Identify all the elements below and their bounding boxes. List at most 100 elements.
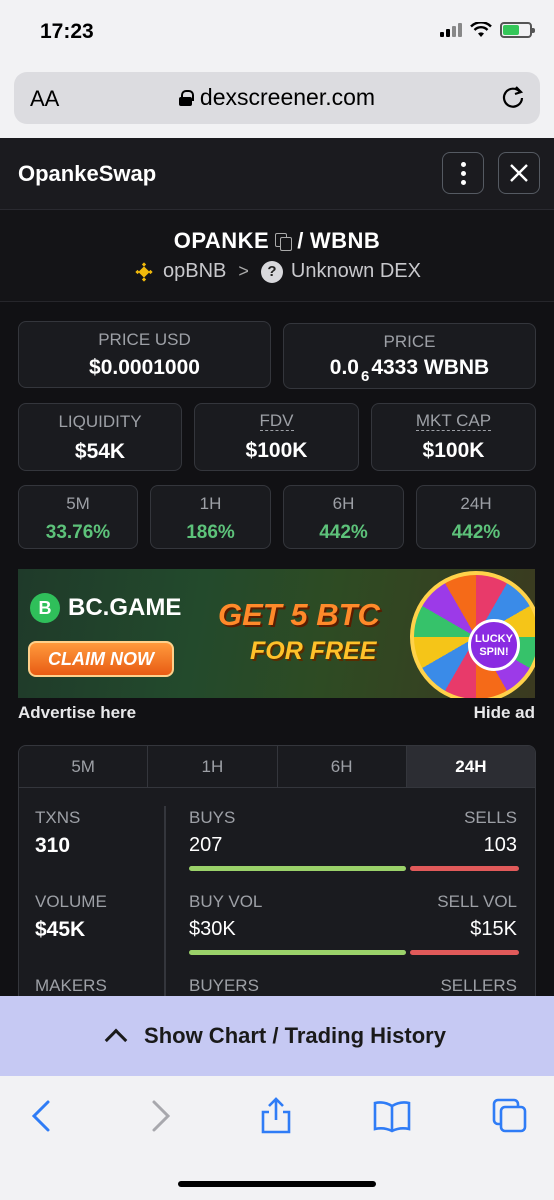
sells-value: 103 [483, 834, 517, 856]
ad-brand: BC.GAME [68, 594, 182, 621]
hide-ad-link[interactable]: Hide ad [474, 703, 535, 723]
sell-volume-label: SELL VOL [437, 892, 517, 911]
status-bar: 17:23 [0, 0, 554, 62]
buys-value: 207 [189, 834, 223, 856]
pair-breadcrumb: opBNB > ? Unknown DEX [0, 260, 554, 283]
change-24h-value: 442% [451, 522, 501, 543]
reload-icon[interactable] [500, 84, 526, 110]
sellers-label: SELLERS [440, 976, 517, 995]
price-usd-label: PRICE USD [98, 330, 191, 349]
lucky-spin-badge: LUCKY SPIN! [468, 619, 520, 671]
chevron-right-icon: > [238, 261, 249, 281]
price-native-box: PRICE 0.0 64333 WBNB [283, 323, 536, 389]
tabs-icon[interactable] [490, 1096, 530, 1136]
buy-volume-value: $30K [189, 918, 236, 940]
share-icon[interactable] [256, 1096, 296, 1136]
pair-header: OPANKE / WBNB opBNB > ? Unknown DEX [0, 210, 554, 302]
sells-label: SELLS [464, 808, 517, 827]
close-button[interactable] [498, 152, 540, 194]
buys-label: BUYS [189, 808, 236, 827]
makers-label: MAKERS [35, 976, 107, 995]
dex-link[interactable]: Unknown DEX [291, 260, 421, 283]
show-chart-label: Show Chart / Trading History [144, 1023, 446, 1048]
ad-banner[interactable]: B BC.GAME CLAIM NOW GET 5 BTC FOR FREE L… [18, 569, 535, 698]
change-6h-value: 442% [319, 522, 368, 543]
liquidity-label: LIQUIDITY [58, 412, 142, 431]
change-5m-label: 5M [66, 494, 90, 513]
sell-volume-value: $15K [470, 918, 517, 940]
pair-separator: / [297, 228, 304, 253]
tab-6h[interactable]: 6H [278, 746, 407, 787]
back-icon[interactable] [22, 1096, 62, 1136]
question-icon: ? [260, 260, 283, 283]
chevron-up-icon [104, 1028, 128, 1052]
change-1h-label: 1H [199, 494, 222, 513]
show-chart-button[interactable]: Show Chart / Trading History [0, 996, 554, 1076]
url-text: dexscreener.com [199, 84, 376, 110]
app-header: OpankeSwap [0, 138, 554, 210]
change-1h-value: 186% [186, 522, 235, 543]
change-5m-value: 33.76% [45, 522, 111, 543]
claim-now-button[interactable]: CLAIM NOW [28, 641, 174, 677]
forward-icon[interactable] [140, 1096, 180, 1136]
base-token: OPANKE [173, 228, 270, 253]
app-title: OpankeSwap [18, 161, 157, 186]
txns-label: TXNS [35, 808, 81, 827]
close-icon [510, 164, 528, 182]
sell-volume-bar [410, 950, 519, 955]
lock-icon [178, 89, 194, 106]
sells-bar [410, 866, 519, 871]
buys-bar [189, 866, 406, 871]
chain-link[interactable]: opBNB [163, 260, 226, 283]
fdv-value: $100K [245, 439, 308, 462]
address-bar[interactable]: AA dexscreener.com [14, 72, 540, 124]
txns-value: 310 [35, 834, 71, 857]
tab-24h[interactable]: 24H [406, 746, 535, 787]
price-native-label: PRICE [383, 332, 436, 351]
change-5m-box[interactable]: 5M 33.76% [18, 485, 138, 549]
more-vertical-icon [460, 161, 466, 185]
fdv-box[interactable]: FDV $100K [194, 403, 359, 471]
home-indicator [178, 1181, 376, 1187]
pair-name: OPANKE / WBNB [0, 228, 554, 254]
change-1h-box[interactable]: 1H 186% [150, 485, 271, 549]
more-options-button[interactable] [442, 152, 484, 194]
buyers-label: BUYERS [189, 976, 259, 995]
url-display[interactable]: dexscreener.com [14, 84, 540, 111]
browser-address-area: AA dexscreener.com [0, 62, 554, 138]
quote-token: WBNB [309, 228, 381, 253]
fdv-label: FDV [259, 411, 294, 431]
buy-volume-label: BUY VOL [189, 892, 263, 911]
wifi-icon [470, 22, 492, 37]
bc-game-icon: B [30, 593, 60, 623]
tab-5m[interactable]: 5M [19, 746, 149, 787]
market-cap-box[interactable]: MKT CAP $100K [371, 403, 536, 471]
bc-game-logo: B BC.GAME [30, 593, 181, 623]
stats-body: TXNS 310 BUYS 207 SELLS 103 VOLUME $45K … [19, 788, 535, 1004]
status-time: 17:23 [40, 20, 94, 43]
bnb-chain-icon [135, 261, 153, 282]
change-24h-box[interactable]: 24H 442% [416, 485, 536, 549]
bookmarks-icon[interactable] [372, 1096, 412, 1136]
buy-volume-bar [189, 950, 406, 955]
liquidity-value: $54K [74, 440, 126, 463]
market-cap-value: $100K [422, 439, 485, 462]
price-usd-value: $0.0001000 [89, 356, 200, 379]
timeframe-tabs: 5M 1H 6H 24H [19, 746, 535, 788]
battery-icon [500, 22, 535, 38]
change-6h-box[interactable]: 6H 442% [283, 485, 404, 549]
volume-label: VOLUME [35, 892, 107, 911]
price-native-value: 0.0 64333 WBNB [329, 356, 490, 385]
ad-links: Advertise here Hide ad [18, 703, 535, 725]
market-cap-label: MKT CAP [415, 411, 492, 431]
ad-headline: GET 5 BTC [218, 597, 380, 632]
transaction-stats-panel: 5M 1H 6H 24H TXNS 310 BUYS 207 SELLS 103… [18, 745, 536, 1005]
tab-1h[interactable]: 1H [148, 746, 278, 787]
volume-value: $45K [35, 918, 86, 941]
copy-icon[interactable] [275, 233, 293, 251]
advertise-here-link[interactable]: Advertise here [18, 703, 136, 722]
change-6h-label: 6H [332, 494, 355, 513]
cellular-signal-icon [440, 23, 462, 37]
stats-divider [164, 806, 166, 1004]
ad-subline: FOR FREE [250, 637, 377, 665]
